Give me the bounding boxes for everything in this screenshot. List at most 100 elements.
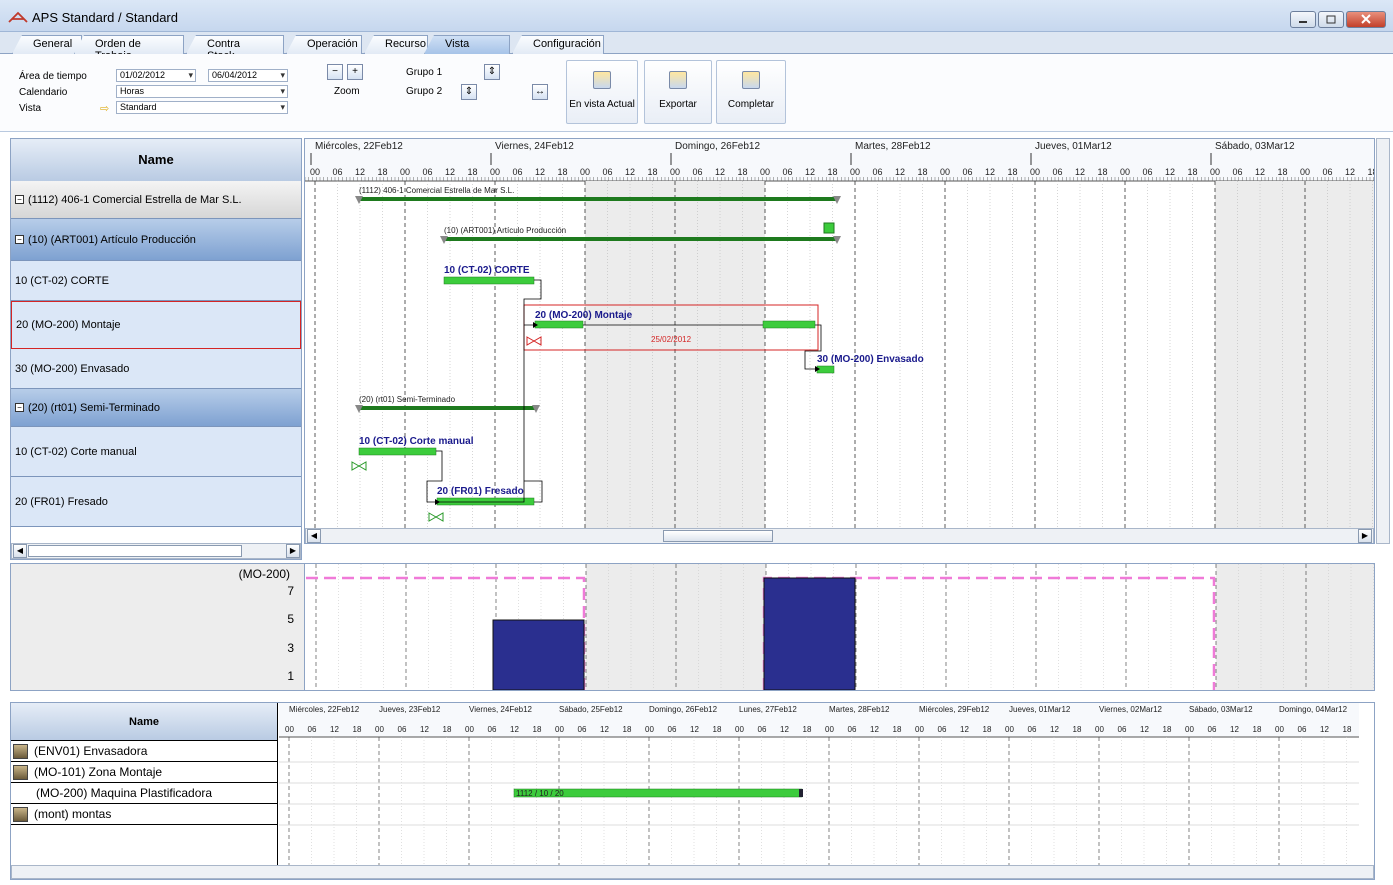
- montaje-bar-1[interactable]: [534, 320, 584, 329]
- resource-row-mont[interactable]: (mont) montas: [11, 804, 277, 825]
- order-bar[interactable]: [360, 197, 836, 201]
- group2-toggle-icon[interactable]: ⇕: [461, 84, 477, 100]
- group1-label: Grupo 1: [406, 67, 443, 78]
- hour-tick: 12: [1165, 167, 1175, 177]
- hour-tick: 12: [690, 725, 699, 734]
- load-chart: (MO-200) 7 5 3 1: [10, 563, 1375, 691]
- time-area-label: Área de tiempo: [19, 71, 87, 82]
- minimize-button[interactable]: [1290, 11, 1316, 28]
- view-select[interactable]: Standard: [116, 101, 288, 114]
- tree-row-semi[interactable]: − (20) (rt01) Semi-Terminado: [11, 389, 301, 427]
- hour-tick: 06: [1233, 167, 1243, 177]
- hour-tick: 00: [825, 725, 834, 734]
- tree-row-fresado[interactable]: 20 (FR01) Fresado: [11, 477, 301, 527]
- gantt-chart[interactable]: 00 06 12 18 00 06 12 18 00 06 12 18 00 06 12 18 00 06 12 18…: [304, 138, 1375, 544]
- hour-tick: 00: [760, 167, 770, 177]
- tree-row-label: (20) (rt01) Semi-Terminado: [28, 401, 161, 414]
- tree-hscrollbar[interactable]: ◀ ▶: [11, 543, 301, 559]
- hour-tick: 06: [783, 167, 793, 177]
- day-label: Domingo, 26Feb12: [675, 141, 760, 152]
- load-tick: 3: [287, 641, 294, 655]
- hour-tick: 18: [533, 725, 542, 734]
- date-from-select[interactable]: 01/02/2012: [116, 69, 196, 82]
- resource-row-env01[interactable]: (ENV01) Envasadora: [11, 741, 277, 762]
- load-bar: [492, 619, 585, 690]
- resource-gantt[interactable]: 00 06 12 18 00 06 12 18 00 06 12 18 00 06 12 18 00 06 12 18…: [279, 703, 1359, 865]
- tab-work-order[interactable]: Orden de Trabajo: [74, 35, 184, 54]
- gantt-hscrollbar[interactable]: ◀ ▶: [305, 528, 1374, 543]
- hour-tick: 00: [375, 725, 384, 734]
- tree-row-corte[interactable]: 10 (CT-02) CORTE: [11, 261, 301, 301]
- tree-row-label: (10) (ART001) Artículo Producción: [28, 233, 196, 246]
- group1-toggle-icon[interactable]: ⇕: [484, 64, 500, 80]
- resource-hscrollbar[interactable]: [11, 865, 1374, 879]
- tree-row-envasado[interactable]: 30 (MO-200) Envasado: [11, 349, 301, 389]
- tab-view[interactable]: Vista: [424, 35, 510, 54]
- zoom-in-icon[interactable]: +: [347, 64, 363, 80]
- tab-general[interactable]: General: [12, 35, 82, 54]
- arrow-right-icon: ⇨: [100, 103, 110, 115]
- hour-tick: 12: [870, 725, 879, 734]
- export-button[interactable]: Exportar: [644, 60, 712, 124]
- resource-header: Name: [11, 703, 277, 741]
- hour-tick: 06: [873, 167, 883, 177]
- hour-tick: 18: [1343, 725, 1352, 734]
- hour-tick: 12: [355, 167, 365, 177]
- scroll-right-icon[interactable]: ▶: [1358, 529, 1372, 543]
- article-bar-label: (10) (ART001) Artículo Producción: [444, 226, 566, 235]
- montaje-bar-2[interactable]: [762, 320, 816, 329]
- hour-tick: 00: [735, 725, 744, 734]
- tree-row-corte-manual[interactable]: 10 (CT-02) Corte manual: [11, 427, 301, 477]
- scroll-left-icon[interactable]: ◀: [307, 529, 321, 543]
- complete-button[interactable]: Completar: [716, 60, 786, 124]
- day-label: Domingo, 26Feb12: [649, 705, 718, 714]
- gantt-vscrollbar[interactable]: [1376, 138, 1390, 544]
- calendar-select[interactable]: Horas: [116, 85, 288, 98]
- view-value: Standard: [120, 102, 157, 112]
- hour-tick: 06: [1298, 725, 1307, 734]
- tab-configuration[interactable]: Configuración: [512, 35, 604, 54]
- hour-tick: 00: [940, 167, 950, 177]
- hour-tick: 06: [333, 167, 343, 177]
- current-view-button[interactable]: En vista Actual: [566, 60, 638, 124]
- hour-tick: 06: [1208, 725, 1217, 734]
- hour-tick: 06: [963, 167, 973, 177]
- tab-operation[interactable]: Operación: [286, 35, 362, 54]
- resource-row-mo200[interactable]: (MO-200) Maquina Plastificadora: [11, 783, 277, 804]
- tree-row-label: 20 (FR01) Fresado: [15, 495, 108, 508]
- fresado-bar[interactable]: [436, 497, 535, 506]
- tree-row-order[interactable]: − (1112) 406-1 Comercial Estrella de Mar …: [11, 181, 301, 219]
- scroll-right-icon[interactable]: ▶: [286, 544, 300, 558]
- scroll-thumb[interactable]: [663, 530, 773, 542]
- semi-bar[interactable]: [360, 406, 536, 410]
- corte-manual-bar[interactable]: [358, 447, 437, 456]
- collapse-icon[interactable]: −: [15, 235, 24, 244]
- day-label: Martes, 28Feb12: [855, 141, 931, 152]
- collapse-icon[interactable]: −: [15, 195, 24, 204]
- resource-row-mo101[interactable]: (MO-101) Zona Montaje: [11, 762, 277, 783]
- scroll-thumb[interactable]: [28, 545, 242, 557]
- date-to-select[interactable]: 06/04/2012: [208, 69, 288, 82]
- document-icon: [593, 71, 611, 89]
- collapse-icon[interactable]: −: [15, 403, 24, 412]
- load-resource-label: (MO-200): [238, 567, 290, 581]
- hour-tick: 06: [423, 167, 433, 177]
- hour-tick: 00: [1210, 167, 1220, 177]
- corte-bar[interactable]: [443, 276, 535, 285]
- maximize-button[interactable]: [1318, 11, 1344, 28]
- date-from-value: 01/02/2012: [120, 70, 166, 80]
- corte-manual-label: 10 (CT-02) Corte manual: [359, 436, 474, 447]
- tab-resource[interactable]: Recurso: [364, 35, 428, 54]
- montaje-label: 20 (MO-200) Montaje: [535, 310, 633, 321]
- tree-row-article[interactable]: − (10) (ART001) Artículo Producción: [11, 219, 301, 261]
- tree-row-montaje[interactable]: 20 (MO-200) Montaje: [11, 301, 301, 349]
- zoom-out-icon[interactable]: −: [327, 64, 343, 80]
- fit-width-icon[interactable]: ↔: [532, 84, 548, 100]
- scroll-left-icon[interactable]: ◀: [13, 544, 27, 558]
- export-label: Exportar: [659, 99, 697, 110]
- close-button[interactable]: [1346, 11, 1386, 28]
- tab-stock[interactable]: Contra Stock: [186, 35, 284, 54]
- hour-tick: 06: [693, 167, 703, 177]
- envasado-bar[interactable]: [816, 365, 835, 374]
- article-bar[interactable]: [444, 237, 836, 241]
